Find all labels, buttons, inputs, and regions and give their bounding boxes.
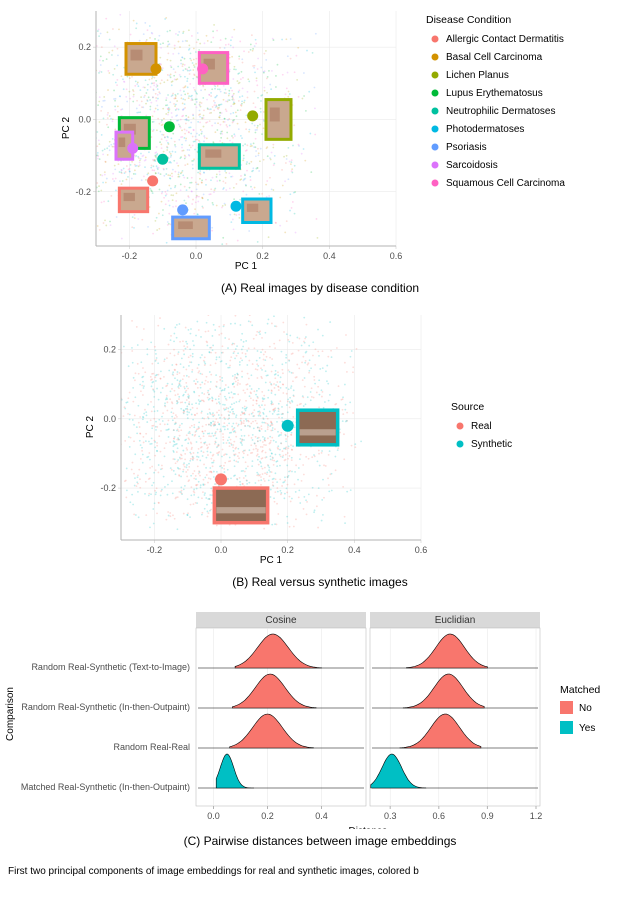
svg-text:0.4: 0.4 — [348, 545, 361, 555]
panel-a-svg: -0.2 0.0 0.2 0.4 0.6 -0.2 0.0 0.2 PC 1 PC 2 Di… — [1, 1, 640, 276]
legend-swatch-no — [560, 701, 573, 714]
panel-a-ylabel: PC 2 — [61, 116, 72, 139]
facet-label-Euclidian: Euclidian — [435, 615, 476, 626]
legend-label-synthetic: Synthetic — [471, 439, 512, 450]
svg-text:0.0: 0.0 — [103, 414, 116, 424]
legend-swatch-yes — [560, 721, 573, 734]
legend-swatch-sarcoid — [432, 162, 439, 169]
legend-swatch-psoriasis — [432, 144, 439, 151]
legend-label-lichen: Lichen Planus — [446, 70, 509, 81]
highlight-neutro — [157, 154, 168, 165]
highlight-synthetic — [282, 420, 294, 432]
svg-text:0.9: 0.9 — [481, 811, 494, 821]
svg-text:0.2: 0.2 — [78, 42, 91, 52]
panel-b-caption: (B) Real versus synthetic images — [0, 571, 640, 603]
svg-text:0.0: 0.0 — [190, 251, 203, 261]
figure-footnote: First two principal components of image … — [0, 862, 640, 877]
highlight-lupus — [164, 121, 175, 132]
highlight-real — [215, 473, 227, 485]
legend-label-lupus: Lupus Erythematosus — [446, 88, 543, 99]
legend-label-real: Real — [471, 421, 492, 432]
svg-text:0.6: 0.6 — [433, 811, 446, 821]
highlight-photo — [231, 201, 242, 212]
figure-container: -0.2 0.0 0.2 0.4 0.6 -0.2 0.0 0.2 PC 1 PC 2 Di… — [0, 0, 640, 877]
svg-text:0.4: 0.4 — [323, 251, 336, 261]
panel-c-svg: Comparison Random Real-Synthetic (Text-to… — [1, 604, 640, 829]
legend-label-psoriasis: Psoriasis — [446, 142, 487, 153]
legend-label-scc: Squamous Cell Carcinoma — [446, 178, 565, 189]
legend-swatch-basal — [432, 54, 439, 61]
highlight-psoriasis — [177, 204, 188, 215]
legend-swatch-allergic — [432, 36, 439, 43]
legend-swatch-lichen — [432, 72, 439, 79]
svg-text:0.6: 0.6 — [390, 251, 403, 261]
ridge-label-2: Random Real-Real — [113, 742, 190, 752]
svg-text:0.6: 0.6 — [415, 545, 428, 555]
svg-text:-0.2: -0.2 — [122, 251, 138, 261]
panel-b: -0.2 0.0 0.2 0.4 0.6 -0.2 0.0 0.2 PC 1 PC 2 So… — [0, 309, 640, 571]
thumbnail-real — [214, 488, 267, 523]
svg-text:-0.2: -0.2 — [75, 187, 91, 197]
ridge-label-1: Random Real-Synthetic (In-then-Outpaint) — [21, 702, 190, 712]
panel-a-caption: (A) Real images by disease condition — [0, 277, 640, 309]
svg-text:1.2: 1.2 — [530, 811, 543, 821]
svg-text:0.2: 0.2 — [261, 811, 274, 821]
ridge-label-3: Matched Real-Synthetic (In-then-Outpaint… — [21, 782, 190, 792]
legend-swatch-synthetic — [457, 441, 464, 448]
svg-text:0.0: 0.0 — [207, 811, 220, 821]
panel-a-xlabel: PC 1 — [235, 261, 258, 272]
highlight-scc — [197, 63, 208, 74]
highlight-basal — [151, 63, 162, 74]
svg-text:0.3: 0.3 — [384, 811, 397, 821]
legend-swatch-real — [457, 423, 464, 430]
svg-text:0.2: 0.2 — [103, 345, 116, 355]
panel-b-legend-title: Source — [451, 401, 484, 413]
highlight-sarcoid — [127, 143, 138, 154]
svg-text:-0.2: -0.2 — [147, 545, 163, 555]
thumbnail-synthetic — [298, 410, 338, 445]
panel-b-svg: -0.2 0.0 0.2 0.4 0.6 -0.2 0.0 0.2 PC 1 PC 2 So… — [1, 310, 640, 570]
legend-label-neutro: Neutrophilic Dermatoses — [446, 106, 556, 117]
panel-c-legend-title: Matched — [560, 684, 600, 696]
panel-c: Comparison Random Real-Synthetic (Text-to… — [0, 603, 640, 830]
svg-text:0.4: 0.4 — [315, 811, 328, 821]
ridge-label-0: Random Real-Synthetic (Text-to-Image) — [31, 662, 190, 672]
svg-text:0.2: 0.2 — [256, 251, 269, 261]
legend-swatch-scc — [432, 180, 439, 187]
legend-swatch-lupus — [432, 90, 439, 97]
panel-c-caption: (C) Pairwise distances between image emb… — [0, 830, 640, 862]
legend-label-allergic: Allergic Contact Dermatitis — [446, 34, 564, 45]
legend-label-yes: Yes — [579, 723, 595, 734]
legend-label-no: No — [579, 703, 592, 714]
panel-a-legend-title: Disease Condition — [426, 14, 511, 26]
facet-label-Cosine: Cosine — [265, 615, 297, 626]
panel-c-xlabel: Distance — [349, 826, 388, 829]
legend-swatch-photo — [432, 126, 439, 133]
svg-text:0.0: 0.0 — [78, 114, 91, 124]
legend-swatch-neutro — [432, 108, 439, 115]
svg-text:0.0: 0.0 — [215, 545, 228, 555]
panel-b-ylabel: PC 2 — [85, 415, 96, 438]
panel-a: -0.2 0.0 0.2 0.4 0.6 -0.2 0.0 0.2 PC 1 PC 2 Di… — [0, 0, 640, 277]
highlight-allergic — [147, 175, 158, 186]
legend-label-photo: Photodermatoses — [446, 124, 524, 135]
svg-text:-0.2: -0.2 — [100, 483, 116, 493]
legend-label-sarcoid: Sarcoidosis — [446, 160, 498, 171]
panel-c-ylabel: Comparison — [5, 687, 16, 741]
legend-label-basal: Basal Cell Carcinoma — [446, 52, 543, 63]
highlight-lichen — [247, 110, 258, 121]
svg-text:0.2: 0.2 — [281, 545, 294, 555]
panel-b-xlabel: PC 1 — [260, 555, 283, 566]
